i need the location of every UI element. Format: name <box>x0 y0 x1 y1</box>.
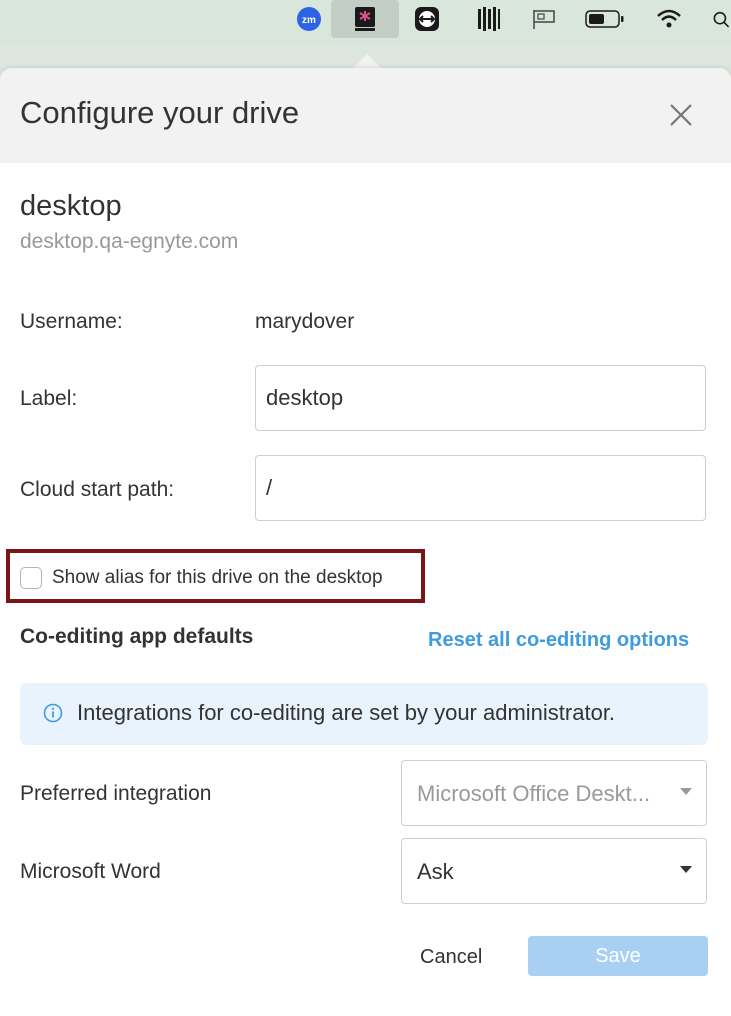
spotlight-search-icon[interactable] <box>712 0 731 38</box>
label-label: Label: <box>20 387 78 410</box>
label-input[interactable] <box>255 365 706 431</box>
coediting-heading: Co-editing app defaults <box>20 625 254 648</box>
teamviewer-icon[interactable] <box>411 0 443 38</box>
username-label: Username: <box>20 310 123 333</box>
drive-domain: desktop.qa-egnyte.com <box>20 230 239 253</box>
chevron-down-icon <box>680 788 692 795</box>
save-button[interactable]: Save <box>528 936 708 976</box>
drive-name: desktop <box>20 190 122 222</box>
configure-drive-dialog: Configure your drive desktop desktop.qa-… <box>0 68 731 1016</box>
reset-coediting-link[interactable]: Reset all co-editing options <box>428 629 689 652</box>
chevron-down-icon <box>680 866 692 873</box>
microsoft-word-value: Ask <box>417 859 454 884</box>
wifi-icon[interactable] <box>654 0 684 38</box>
close-icon[interactable] <box>664 98 698 132</box>
dialog-footer: Cancel Save <box>0 916 731 1016</box>
svg-text:zm: zm <box>302 15 316 26</box>
menu-bar: zm <box>0 0 731 44</box>
dialog-title: Configure your drive <box>20 95 300 130</box>
dialog-header: Configure your drive <box>0 68 731 163</box>
preferred-integration-label: Preferred integration <box>20 782 212 805</box>
cloud-start-path-input[interactable] <box>255 455 706 521</box>
microsoft-word-select[interactable]: Ask <box>401 838 707 904</box>
show-alias-checkbox[interactable] <box>20 567 42 589</box>
info-icon <box>43 703 63 723</box>
cloud-start-path-label: Cloud start path: <box>20 478 175 501</box>
preferred-integration-value: Microsoft Office Deskt... <box>417 781 651 806</box>
popover-arrow <box>352 54 382 69</box>
flag-display-icon[interactable] <box>530 0 560 38</box>
show-alias-label[interactable]: Show alias for this drive on the desktop <box>52 567 383 589</box>
info-banner: Integrations for co-editing are set by y… <box>20 683 708 745</box>
username-value: marydover <box>255 310 355 333</box>
barcode-app-icon[interactable] <box>474 0 504 38</box>
egnyte-drive-icon[interactable] <box>331 0 399 38</box>
preferred-integration-select[interactable]: Microsoft Office Deskt... <box>401 760 707 826</box>
zoom-icon[interactable]: zm <box>294 0 324 38</box>
battery-icon[interactable] <box>583 0 627 38</box>
cancel-button[interactable]: Cancel <box>420 946 482 969</box>
info-text: Integrations for co-editing are set by y… <box>77 700 616 725</box>
microsoft-word-label: Microsoft Word <box>20 860 161 883</box>
